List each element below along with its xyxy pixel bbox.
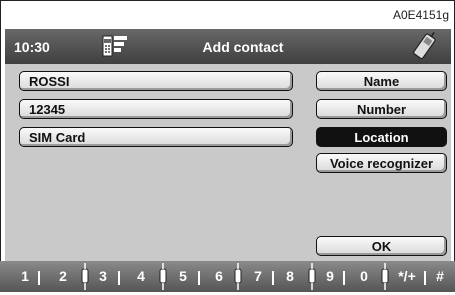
screen-title: Add contact: [202, 39, 284, 55]
key-4[interactable]: 4: [134, 268, 148, 284]
phonebook-icon: [101, 33, 129, 64]
mobile-phone-icon: [409, 31, 439, 66]
key-3[interactable]: 3: [96, 268, 110, 284]
key-5[interactable]: 5: [176, 268, 190, 284]
clock-time: 10:30: [14, 39, 50, 55]
plug-icon: [306, 263, 318, 295]
name-button[interactable]: Name: [316, 71, 447, 91]
plug-icon: [157, 263, 169, 295]
plug-icon: [379, 263, 391, 295]
plug-icon: [232, 263, 244, 295]
key-separator: [198, 271, 200, 285]
key-9[interactable]: 9: [323, 268, 337, 284]
header-bar: 10:30 Add contact: [5, 29, 451, 64]
key-separator: [272, 271, 274, 285]
key-0[interactable]: 0: [357, 268, 371, 284]
key-separator: [343, 271, 345, 285]
key-7[interactable]: 7: [251, 268, 265, 284]
key-1[interactable]: 1: [18, 268, 32, 284]
key-8[interactable]: 8: [283, 268, 297, 284]
key-separator: [118, 271, 120, 285]
voice-recognizer-button[interactable]: Voice recognizer: [316, 153, 447, 173]
keypad-bar: 1 2 3 4 5 6 7 8 9 0 */+ #: [0, 261, 455, 292]
key-hash[interactable]: #: [432, 268, 448, 284]
number-button[interactable]: Number: [316, 99, 447, 119]
key-separator: [424, 271, 426, 285]
reference-code: A0E4151g: [392, 8, 449, 22]
location-button[interactable]: Location: [316, 127, 447, 147]
contact-name-field[interactable]: ROSSI: [19, 71, 293, 91]
plug-icon: [79, 263, 91, 295]
contact-number-field[interactable]: 12345: [19, 99, 293, 119]
ok-button[interactable]: OK: [316, 236, 447, 256]
contact-location-field[interactable]: SIM Card: [19, 127, 293, 147]
display-screen: 10:30 Add contact ROSSI 12345 SIM Card N…: [5, 29, 451, 261]
key-separator: [38, 271, 40, 285]
key-2[interactable]: 2: [56, 268, 70, 284]
key-6[interactable]: 6: [212, 268, 226, 284]
key-star-plus[interactable]: */+: [392, 268, 422, 284]
